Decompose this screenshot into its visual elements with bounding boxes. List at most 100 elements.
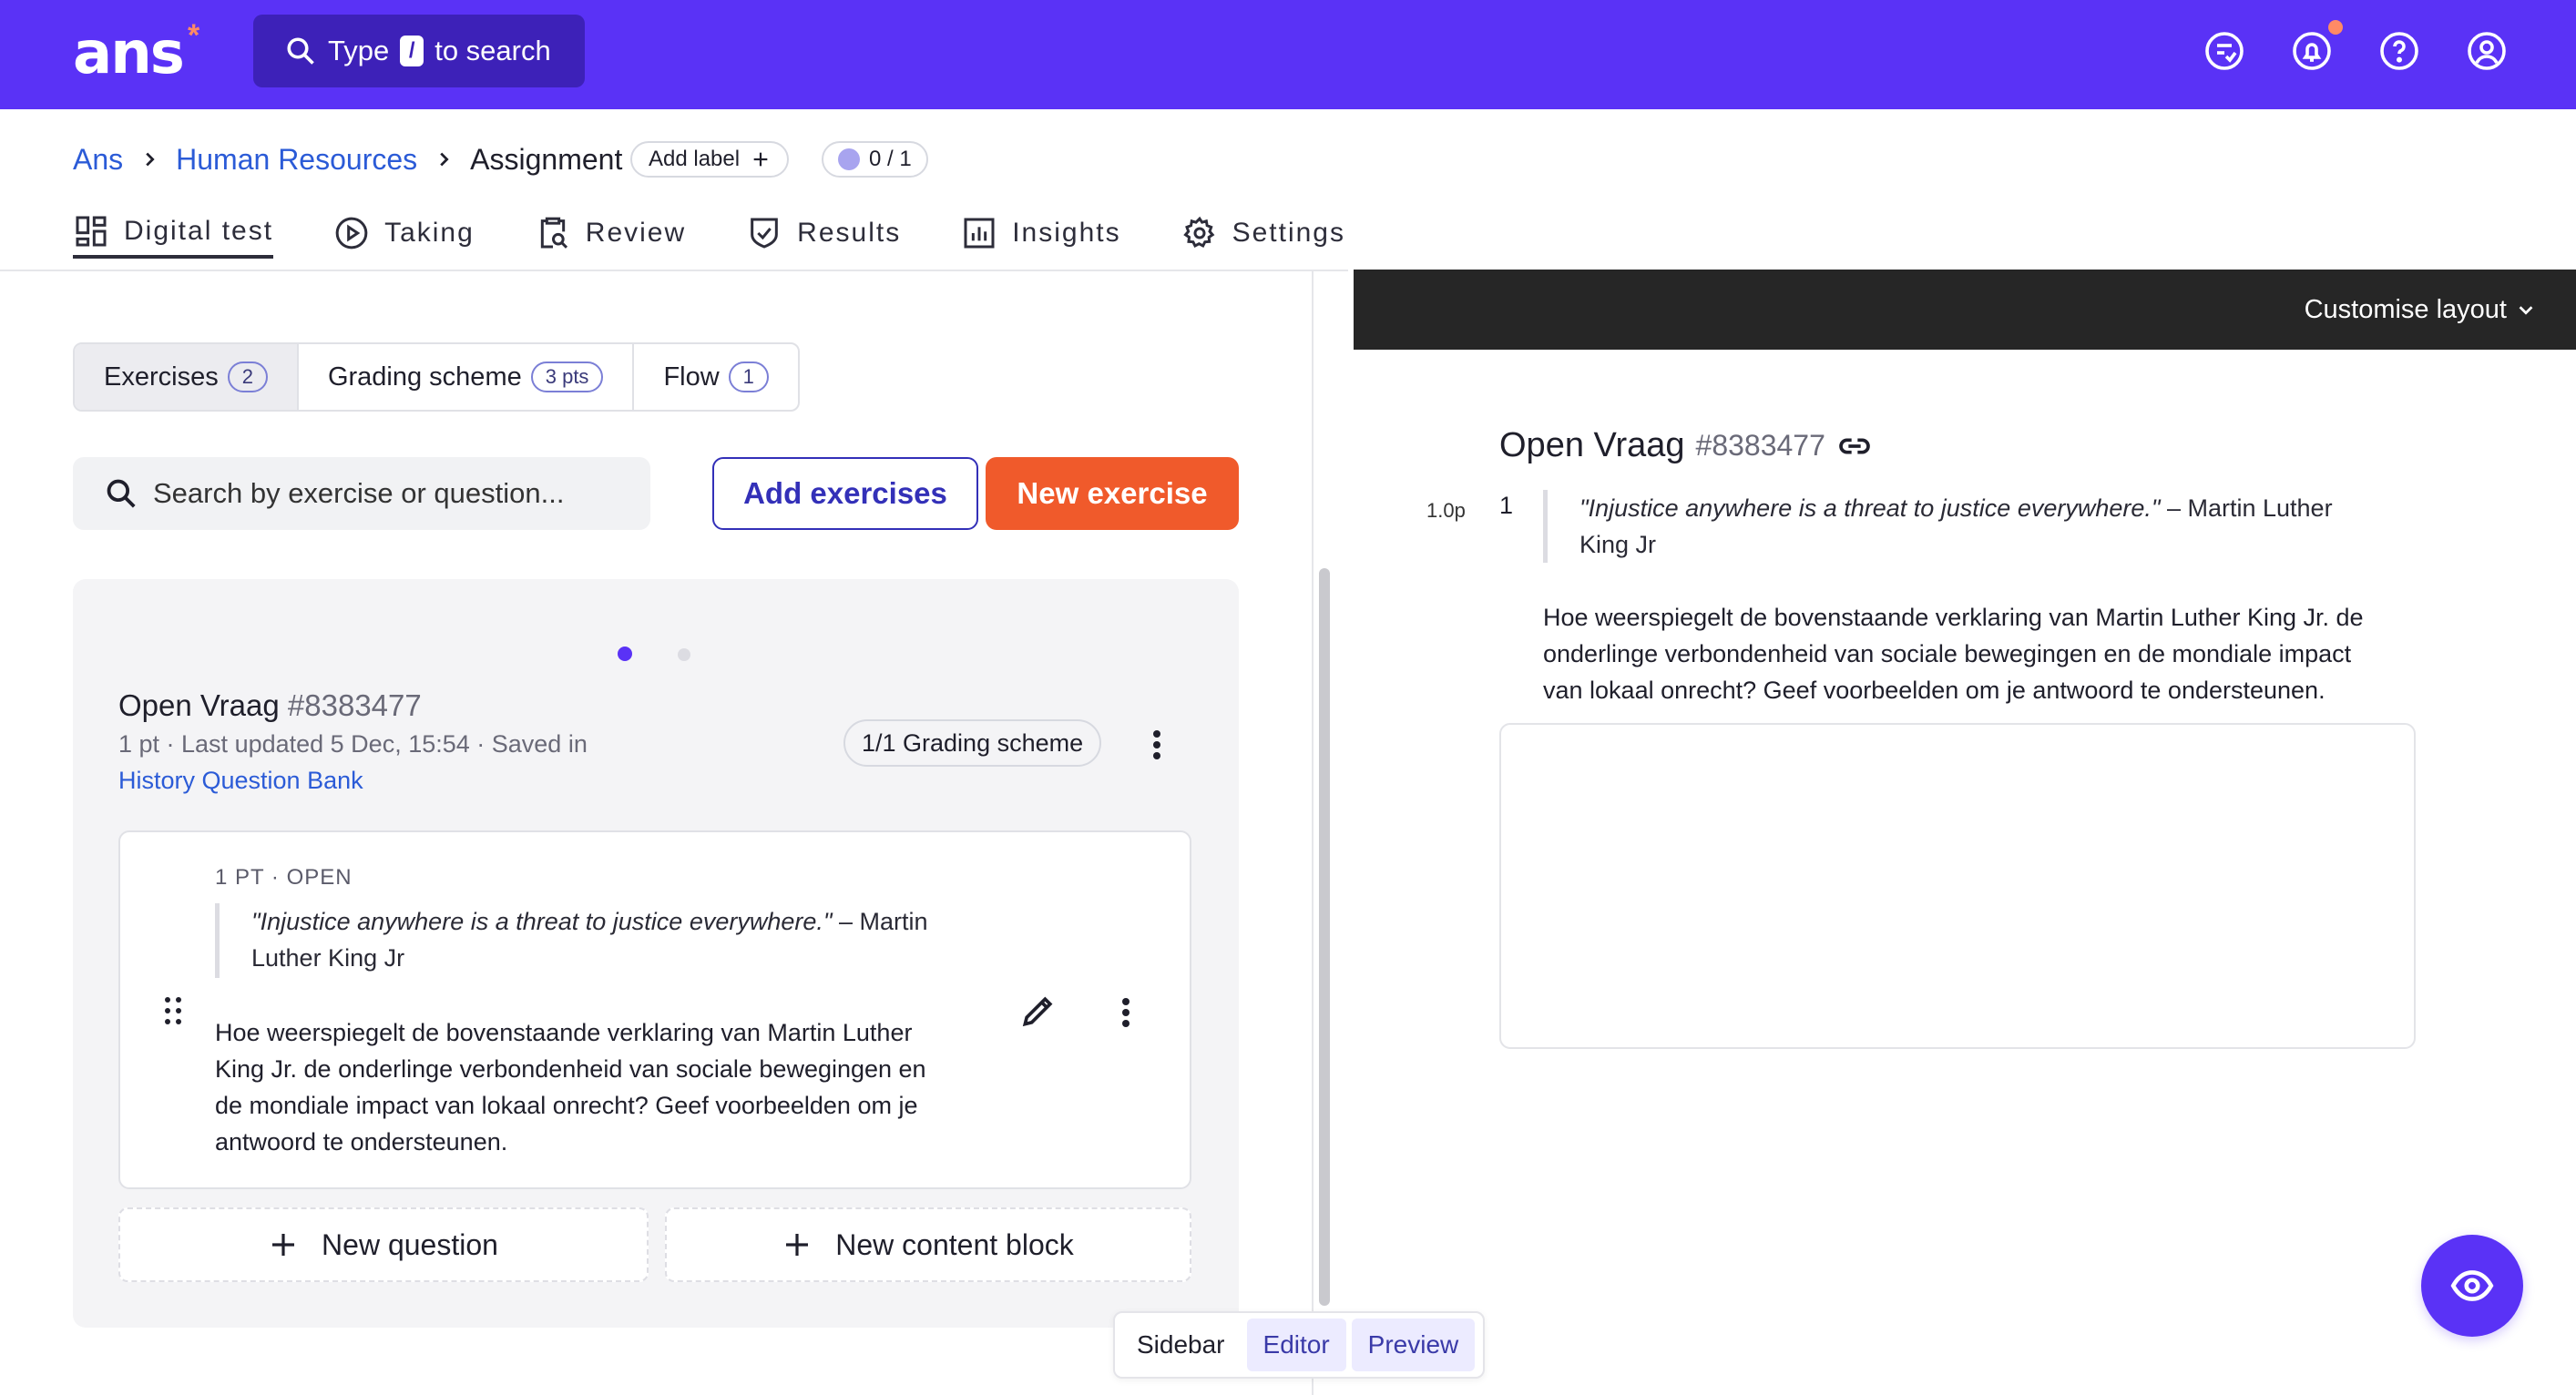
grading-scheme-pill[interactable]: 1/1 Grading scheme — [843, 719, 1102, 767]
question-line: onderlinge verbondenheid van sociale bew… — [1543, 640, 2352, 667]
main-nav: Digital test Taking Review Results Insig… — [73, 208, 1406, 270]
breadcrumb-human-resources[interactable]: Human Resources — [176, 143, 417, 177]
count-badge: 2 — [227, 361, 268, 392]
preview-quote-bar — [1543, 490, 1548, 563]
preview-points: 1.0p — [1426, 499, 1466, 522]
new-content-block-label: New content block — [835, 1227, 1074, 1261]
customise-layout-label: Customise layout — [2304, 294, 2507, 324]
exercise-subtabs: Exercises 2 Grading scheme 3 pts Flow 1 — [73, 342, 800, 412]
panel-divider[interactable] — [1312, 270, 1314, 1395]
quote-bar — [215, 903, 220, 978]
exercise-title-text: Open Vraag — [118, 688, 280, 722]
search-icon — [107, 479, 136, 508]
chevron-down-icon — [2519, 306, 2533, 315]
carousel-dot[interactable] — [678, 648, 690, 661]
subtab-grading-scheme[interactable]: Grading scheme 3 pts — [299, 344, 635, 410]
plus-icon — [753, 152, 768, 167]
tab-insights[interactable]: Insights — [961, 208, 1120, 259]
customise-layout-button[interactable]: Customise layout — [2305, 270, 2536, 350]
progress-dot — [838, 148, 860, 170]
tab-review[interactable]: Review — [535, 208, 686, 259]
exercise-id: #8383477 — [287, 688, 422, 722]
more-vertical-icon[interactable] — [1151, 728, 1162, 761]
points-badge: 3 pts — [530, 361, 604, 392]
preview-title-text: Open Vraag — [1499, 426, 1685, 464]
tab-digital-test[interactable]: Digital test — [73, 208, 274, 259]
nav-divider — [0, 270, 1348, 271]
question-line: Hoe weerspiegelt de bovenstaande verklar… — [1543, 604, 2364, 631]
link-icon[interactable] — [1836, 428, 1873, 464]
ans-logo[interactable]: ans — [73, 20, 185, 87]
pencil-icon[interactable] — [1018, 991, 1058, 1031]
tab-label: Insights — [1012, 218, 1121, 248]
search-shortcut-key: / — [400, 36, 424, 66]
new-exercise-button[interactable]: New exercise — [986, 457, 1239, 530]
question-bank-link[interactable]: History Question Bank — [118, 767, 363, 795]
subtab-label: Grading scheme — [327, 361, 522, 392]
view-preview-button[interactable]: Preview — [1351, 1319, 1476, 1371]
account-icon[interactable] — [2465, 29, 2509, 73]
subtab-flow[interactable]: Flow 1 — [634, 344, 797, 410]
question-quote: "Injustice anywhere is a threat to justi… — [251, 903, 928, 976]
new-question-label: New question — [322, 1227, 498, 1261]
tab-taking[interactable]: Taking — [333, 208, 475, 259]
bell-icon[interactable] — [2290, 29, 2334, 73]
more-vertical-icon[interactable] — [1120, 996, 1131, 1029]
count-badge: 1 — [728, 361, 769, 392]
chevron-right-icon — [440, 152, 449, 167]
shield-check-icon — [751, 218, 778, 249]
progress-badge[interactable]: 0 / 1 — [822, 141, 928, 178]
quote-author: – Martin Luther — [2160, 494, 2333, 522]
answer-input[interactable] — [1499, 723, 2416, 1049]
exercise-search[interactable]: Search by exercise or question... — [73, 457, 650, 530]
preview-question-number: 1 — [1499, 492, 1514, 519]
subtab-label: Flow — [663, 361, 720, 392]
breadcrumb-ans[interactable]: Ans — [73, 143, 123, 177]
quote-italic: "Injustice anywhere is a threat to justi… — [251, 908, 833, 935]
preview-fab-button[interactable] — [2421, 1235, 2523, 1337]
tab-label: Digital test — [124, 216, 274, 246]
add-label-text: Add label — [649, 147, 741, 171]
bar-chart-icon — [964, 218, 995, 249]
notification-dot — [2328, 20, 2343, 35]
new-content-block-button[interactable]: New content block — [665, 1207, 1191, 1282]
preview-header: Customise layout — [1354, 270, 2576, 350]
search-prefix: Type — [328, 35, 390, 66]
quote-author-line2: King Jr — [1579, 531, 1657, 558]
quote-italic: "Injustice anywhere is a threat to justi… — [1579, 494, 2161, 522]
breadcrumb: Ans Human Resources Assignment — [73, 140, 622, 178]
global-search[interactable]: Type / to search — [253, 15, 585, 87]
progress-text: 0 / 1 — [869, 147, 912, 171]
scrollbar[interactable] — [1319, 568, 1330, 1306]
tab-results[interactable]: Results — [746, 208, 901, 259]
question-line: van lokaal onrecht? Geef voorbeelden om … — [1543, 677, 2326, 704]
breadcrumb-current: Assignment — [470, 142, 623, 176]
subtab-exercises[interactable]: Exercises 2 — [75, 344, 299, 410]
view-sidebar-button[interactable]: Sidebar — [1120, 1319, 1242, 1371]
exercise-title[interactable]: Open Vraag #8383477 — [118, 688, 422, 723]
search-suffix: to search — [434, 35, 551, 66]
view-editor-button[interactable]: Editor — [1246, 1319, 1346, 1371]
question-line: de mondiale impact van lokaal onrecht? G… — [215, 1092, 918, 1119]
checklist-icon[interactable] — [2203, 29, 2246, 73]
clipboard-search-icon — [540, 217, 567, 249]
quote-author-line2: Luther King Jr — [251, 944, 405, 972]
add-exercises-button[interactable]: Add exercises — [712, 457, 978, 530]
question-body: Hoe weerspiegelt de bovenstaande verklar… — [215, 1014, 926, 1160]
carousel-dot-active[interactable] — [618, 647, 632, 661]
tab-label: Results — [797, 218, 902, 248]
question-line: King Jr. de onderlinge verbondenheid van… — [215, 1055, 926, 1083]
subtab-label: Exercises — [104, 361, 219, 392]
grid-icon — [76, 216, 107, 247]
help-icon[interactable] — [2377, 29, 2421, 73]
tab-settings[interactable]: Settings — [1181, 208, 1345, 259]
new-question-button[interactable]: New question — [118, 1207, 649, 1282]
tab-label: Settings — [1232, 218, 1345, 248]
logo-star: * — [188, 18, 200, 53]
drag-handle-icon[interactable] — [164, 996, 182, 1025]
view-toggle: Sidebar Editor Preview — [1113, 1311, 1485, 1379]
exercise-meta: 1 pt · Last updated 5 Dec, 15:54 · Saved… — [118, 730, 588, 758]
question-type: 1 PT · OPEN — [215, 865, 353, 890]
add-label-button[interactable]: Add label — [630, 141, 790, 178]
plus-icon — [272, 1234, 295, 1256]
